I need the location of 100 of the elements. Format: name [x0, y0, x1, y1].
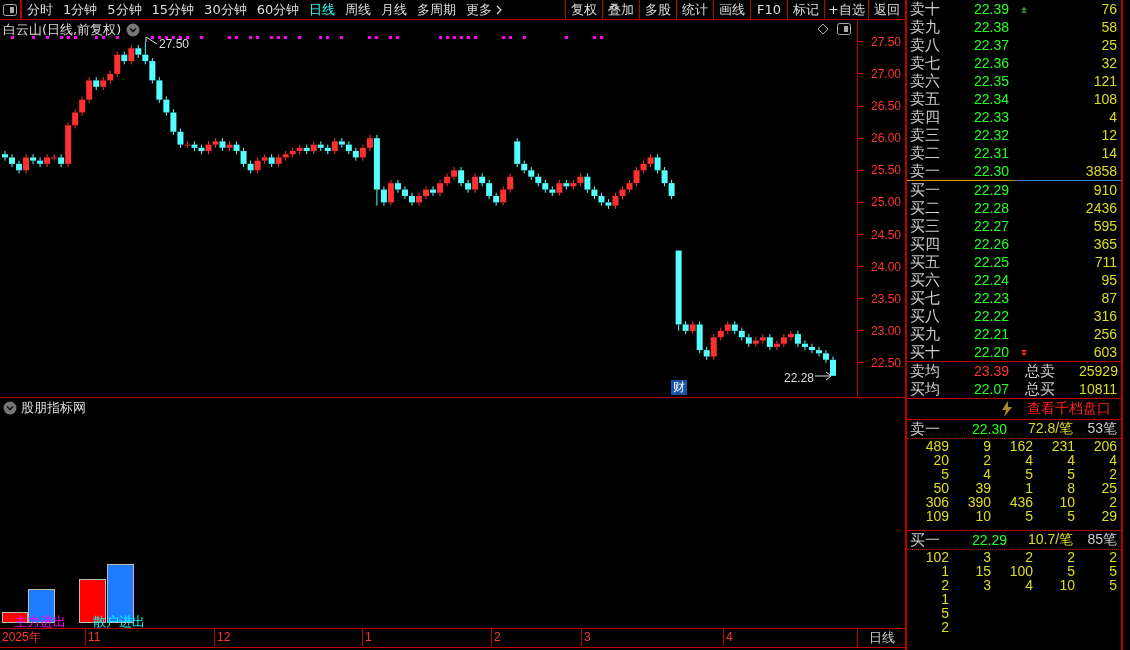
panel-toggle-icon[interactable]	[3, 3, 17, 16]
period-tab[interactable]: 分时	[22, 0, 58, 19]
level-label: 买十	[910, 343, 941, 361]
toolbar-button[interactable]: +自选	[824, 0, 868, 19]
candlestick	[773, 339, 780, 351]
down-arrow-icon[interactable]	[1020, 349, 1028, 357]
period-tab[interactable]: 60分钟	[251, 0, 305, 19]
level-label: 买九	[910, 325, 941, 343]
volume-value: 603	[1092, 344, 1117, 360]
candlestick	[226, 140, 233, 152]
candlestick	[37, 156, 44, 168]
detail-value: 2	[940, 578, 949, 592]
detail-value: 10	[1058, 495, 1075, 509]
chevron-down-icon[interactable]	[126, 23, 141, 37]
detail-value: 231	[1050, 439, 1075, 453]
period-tab[interactable]: 30分钟	[199, 0, 252, 19]
candlestick	[303, 144, 310, 155]
candlestick	[191, 140, 198, 152]
candlestick	[598, 192, 605, 207]
chevron-down-icon[interactable]	[3, 401, 17, 415]
detail-value: 29	[1100, 509, 1117, 523]
candlestick	[570, 179, 577, 191]
panel-toggle-icon[interactable]	[837, 23, 851, 35]
detail-value: 4	[1108, 453, 1117, 467]
more-button[interactable]: 更多	[461, 0, 508, 19]
candlestick	[668, 179, 675, 200]
candlestick	[731, 320, 738, 335]
price-value: 22.36	[974, 55, 1011, 71]
period-tab[interactable]: 周线	[340, 0, 377, 19]
candlestick	[794, 330, 801, 348]
candlestick	[156, 76, 163, 104]
detail-value: 5	[1066, 509, 1075, 523]
candlestick	[745, 333, 752, 348]
leader-line	[145, 36, 158, 45]
level-label: 卖均	[910, 362, 941, 380]
chevron-right-icon	[496, 4, 503, 15]
level-label: 买三	[910, 217, 941, 235]
candlestick	[815, 346, 822, 358]
count-value: 85笔	[1087, 531, 1117, 549]
detail-value: 3	[982, 550, 991, 564]
price-value: 22.24	[974, 272, 1011, 288]
detail-value: 20	[932, 453, 949, 467]
volume-value: 4	[1108, 109, 1117, 125]
depth-view-link[interactable]: 查看千档盘口	[1027, 400, 1111, 418]
price-value: 22.32	[974, 127, 1011, 143]
toolbar-button[interactable]: 多股	[639, 0, 677, 19]
candlestick	[93, 76, 100, 91]
candlestick	[121, 50, 128, 65]
volume-value: 316	[1092, 308, 1117, 324]
toolbar-button[interactable]: 统计	[676, 0, 714, 19]
volume-value: 12	[1100, 127, 1117, 143]
period-tab[interactable]: 15分钟	[146, 0, 200, 19]
candlestick	[787, 330, 794, 341]
toolbar-button[interactable]: 复权	[565, 0, 603, 19]
toolbar-button[interactable]: F10	[750, 0, 788, 19]
price-value: 23.39	[974, 363, 1011, 379]
candlestick	[416, 192, 422, 207]
up-arrow-icon[interactable]	[1020, 6, 1028, 14]
candlestick	[268, 153, 275, 168]
period-tab[interactable]: 月线	[376, 0, 413, 19]
candlestick	[282, 150, 289, 162]
detail-value: 102	[924, 550, 949, 564]
detail-value: 4	[1024, 453, 1033, 467]
axis-label: 22.50	[870, 355, 901, 370]
toolbar-button[interactable]: 画线	[713, 0, 751, 19]
candlestick	[331, 137, 338, 155]
detail-value: 2	[1108, 467, 1117, 481]
candlestick	[542, 179, 549, 194]
candlestick	[380, 185, 387, 207]
toolbar-button[interactable]: 标记	[787, 0, 825, 19]
candlestick	[65, 121, 72, 168]
volume-value: 95	[1100, 272, 1117, 288]
volume-value: 32	[1100, 55, 1117, 71]
period-tab[interactable]: 5分钟	[102, 0, 147, 19]
date-label: 1	[362, 629, 372, 646]
period-tab[interactable]: 日线	[304, 0, 341, 19]
price-value: 22.22	[974, 308, 1011, 324]
level-label: 卖七	[910, 54, 941, 72]
candlestick	[254, 156, 261, 174]
candlestick	[521, 160, 528, 174]
detail-value: 5	[1024, 509, 1033, 523]
axis-label: 27.50	[870, 34, 901, 49]
period-tab[interactable]: 多周期	[412, 0, 462, 19]
candlestick	[556, 179, 563, 197]
volume-value: 256	[1092, 326, 1117, 342]
period-tab[interactable]: 1分钟	[58, 0, 103, 19]
detail-value: 390	[966, 495, 991, 509]
toolbar-button[interactable]: 返回	[868, 0, 905, 19]
toolbar-button[interactable]: 叠加	[602, 0, 640, 19]
detail-value: 2	[1108, 550, 1117, 564]
detail-value: 50	[932, 481, 949, 495]
level-label: 买二	[910, 199, 941, 217]
event-badge[interactable]: 财	[671, 380, 687, 395]
volume-value: 10811	[1079, 381, 1117, 397]
diamond-icon[interactable]	[817, 23, 829, 35]
detail-value: 10	[1058, 578, 1075, 592]
price-annotation: 27.50	[159, 37, 190, 51]
candlestick	[247, 160, 254, 174]
detail-value: 25	[1100, 481, 1117, 495]
volume-value: 595	[1092, 218, 1117, 234]
